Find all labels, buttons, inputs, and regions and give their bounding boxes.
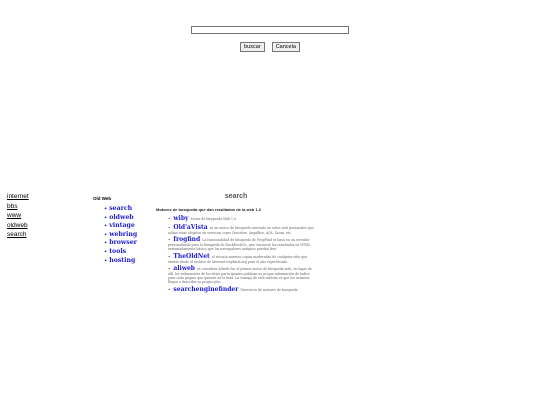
result-link-oldavista[interactable]: Old'aVista <box>173 224 207 231</box>
old-web-item-search[interactable]: search <box>104 205 137 214</box>
result-item: Old'aVistaes un motor de búsqueda centra… <box>168 224 318 235</box>
result-item: TheOldNetel rescata nuestra copias moder… <box>168 253 318 264</box>
old-web-item-webring[interactable]: webring <box>104 231 137 240</box>
search-button[interactable]: buscar <box>240 42 265 52</box>
old-web-item-oldweb[interactable]: oldweb <box>104 214 137 223</box>
result-desc: Directorio de motores de busqueda <box>240 287 298 292</box>
left-link-search[interactable]: search <box>7 230 29 240</box>
page-heading: search <box>224 193 248 200</box>
cancel-button[interactable]: Cancela <box>271 42 300 52</box>
result-link-wiby[interactable]: wiby <box>173 215 188 222</box>
left-link-oldweb[interactable]: oldweb <box>7 221 29 231</box>
button-row: buscar Cancela <box>0 42 540 61</box>
result-item: wibyMotor de búsqueda Web 1.0 <box>168 215 318 222</box>
old-web-item-hosting[interactable]: hosting <box>104 257 137 266</box>
old-web-item-vintage[interactable]: vintage <box>104 222 137 231</box>
search-form: buscar Cancela <box>0 26 540 61</box>
result-link-frogfind[interactable]: frogfind <box>173 236 200 243</box>
left-link-bbs[interactable]: bbs <box>7 202 29 212</box>
page-subtitle: Motores de busqueda que dan resultados d… <box>156 207 261 212</box>
left-link-www[interactable]: www <box>7 211 29 221</box>
result-item: frogfindLa funcionalidad de búsqueda de … <box>168 236 318 251</box>
results-list: wibyMotor de búsqueda Web 1.0 Old'aVista… <box>168 215 318 294</box>
search-input[interactable] <box>191 26 349 34</box>
result-link-aliweb[interactable]: aliweb <box>173 265 195 272</box>
result-item: aliwebse considera Aliweb fue el primer … <box>168 265 318 284</box>
old-web-item-tools[interactable]: tools <box>104 248 137 257</box>
old-web-list: search oldweb vintage webring browser to… <box>104 205 137 265</box>
old-web-item-browser[interactable]: browser <box>104 239 137 248</box>
result-item: searchenginefinderDirectorio de motores … <box>168 286 318 293</box>
result-desc: Motor de búsqueda Web 1.0 <box>190 217 237 221</box>
result-link-searchenginefinder[interactable]: searchenginefinder <box>173 286 238 293</box>
result-link-theoldnet[interactable]: TheOldNet <box>173 253 209 260</box>
